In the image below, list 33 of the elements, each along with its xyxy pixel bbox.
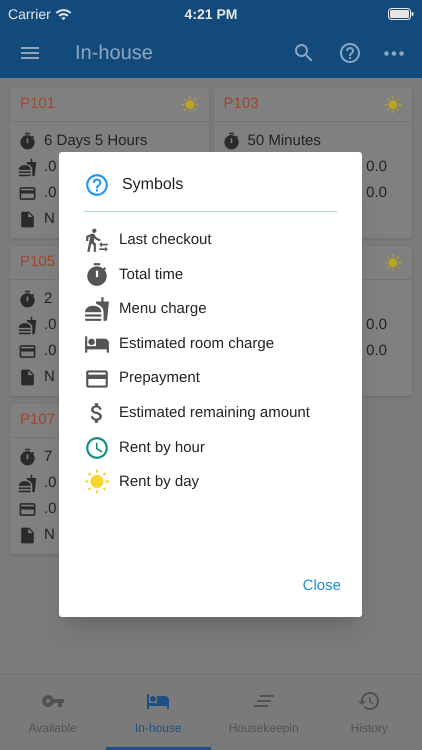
amount-text: 0.0 [366,340,387,361]
card-value: 7 [44,446,52,467]
symbol-label: Prepayment [119,368,200,388]
card-value: N [44,366,55,387]
card-value: 2 [44,288,52,309]
symbol-label: Total time [119,264,184,285]
amount-text: 0.0 [366,314,387,335]
card-value: N [44,208,55,229]
amount-text: 0.0 [366,156,387,177]
symbol-label: Rent by day [119,472,200,492]
page-title: In-house [75,41,154,66]
card-value: .0 [44,498,57,519]
symbol-label: Estimated remaining amount [119,403,310,424]
dialog-title: Symbols [122,175,184,195]
room-number: P107 [20,410,56,430]
amount-text: 0.0 [366,182,387,203]
symbol-label: Estimated room charge [119,334,274,354]
card-value: .0 [44,156,57,177]
card-value: 6 Days 5 Hours [44,130,148,151]
symbol-label: Last checkout [119,230,212,250]
card-value: .0 [44,314,57,335]
card-value: .0 [44,182,57,203]
symbol-label: Menu charge [119,299,207,320]
card-value: .0 [44,472,57,493]
clock-time: 4:21 PM [184,4,238,24]
card-value: .0 [44,340,57,361]
room-number: P105 [20,252,56,272]
card-value: 50 Minutes [248,130,321,151]
symbol-label: Rent by hour [119,438,205,458]
room-number: P103 [224,94,259,114]
carrier-text: Carrier [8,4,51,24]
card-value: N [44,524,55,545]
room-number: P101 [20,94,56,114]
